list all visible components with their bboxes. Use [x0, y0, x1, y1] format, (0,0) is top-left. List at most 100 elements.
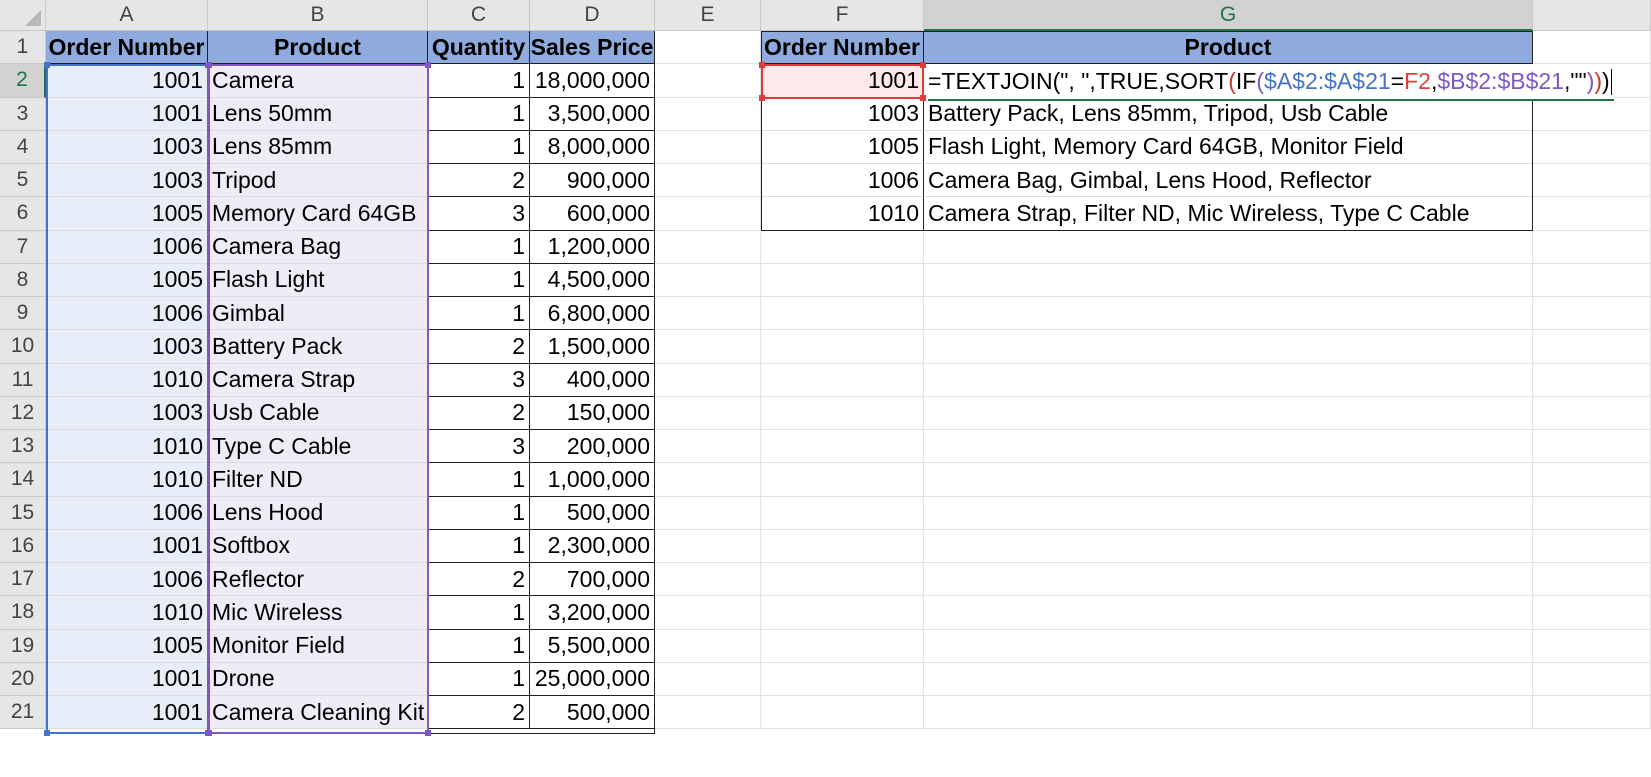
empty-cell[interactable] — [1533, 662, 1651, 696]
range-a-handle-bottom-left[interactable] — [44, 730, 50, 736]
empty-cell[interactable] — [655, 363, 761, 397]
ref-f2-handle-bottom-right[interactable] — [920, 95, 926, 101]
empty-cell[interactable] — [655, 463, 761, 497]
select-all-corner[interactable] — [0, 0, 46, 31]
sales-price-cell[interactable]: 1,200,000 — [530, 230, 655, 264]
row-header-3[interactable]: 3 — [0, 97, 46, 131]
empty-cell[interactable] — [655, 696, 761, 730]
ref-f2-handle-bottom-left[interactable] — [759, 95, 765, 101]
empty-cell[interactable] — [761, 230, 924, 264]
order-number-cell[interactable]: 1001 — [46, 64, 208, 98]
quantity-cell[interactable]: 3 — [428, 430, 530, 464]
sales-price-cell[interactable]: 200,000 — [530, 430, 655, 464]
empty-cell[interactable] — [1533, 529, 1651, 563]
sales-price-cell[interactable]: 500,000 — [530, 496, 655, 530]
empty-cell[interactable] — [655, 164, 761, 198]
quantity-cell[interactable]: 1 — [428, 64, 530, 98]
column-header-c[interactable]: C — [428, 0, 530, 31]
row-header-11[interactable]: 11 — [0, 363, 46, 397]
summary-order-number-cell[interactable]: 1006 — [761, 164, 924, 198]
row-header-9[interactable]: 9 — [0, 297, 46, 331]
row-header-5[interactable]: 5 — [0, 164, 46, 198]
empty-cell[interactable] — [761, 596, 924, 630]
empty-cell[interactable] — [924, 430, 1533, 464]
quantity-cell[interactable]: 1 — [428, 529, 530, 563]
product-cell[interactable]: Mic Wireless — [208, 596, 428, 630]
order-number-cell[interactable]: 1006 — [46, 563, 208, 597]
empty-cell[interactable] — [1533, 230, 1651, 264]
empty-cell[interactable] — [924, 396, 1533, 430]
order-number-cell[interactable]: 1005 — [46, 629, 208, 663]
empty-cell[interactable] — [924, 563, 1533, 597]
summary-product-cell[interactable]: Camera Strap, Filter ND, Mic Wireless, T… — [924, 197, 1533, 231]
order-number-cell[interactable]: 1010 — [46, 463, 208, 497]
empty-cell[interactable] — [761, 529, 924, 563]
row-header-1[interactable]: 1 — [0, 31, 46, 65]
sales-price-cell[interactable]: 4,500,000 — [530, 263, 655, 297]
row-header-10[interactable]: 10 — [0, 330, 46, 364]
empty-cell[interactable] — [924, 297, 1533, 331]
row-header-20[interactable]: 20 — [0, 662, 46, 696]
product-cell[interactable]: Camera Bag — [208, 230, 428, 264]
empty-cell[interactable] — [924, 629, 1533, 663]
sales-price-cell[interactable]: 6,800,000 — [530, 297, 655, 331]
empty-cell[interactable] — [655, 31, 761, 65]
product-cell[interactable]: Camera Cleaning Kit — [208, 696, 428, 730]
empty-cell[interactable] — [924, 496, 1533, 530]
header-cell-sales-price[interactable]: Sales Price — [530, 31, 655, 65]
quantity-cell[interactable]: 1 — [428, 496, 530, 530]
product-cell[interactable]: Gimbal — [208, 297, 428, 331]
order-number-cell[interactable]: 1001 — [46, 97, 208, 131]
row-header-16[interactable]: 16 — [0, 529, 46, 563]
empty-cell[interactable] — [761, 363, 924, 397]
summary-order-number-cell[interactable]: 1010 — [761, 197, 924, 231]
quantity-cell[interactable]: 1 — [428, 297, 530, 331]
row-header-8[interactable]: 8 — [0, 263, 46, 297]
empty-cell[interactable] — [761, 297, 924, 331]
empty-cell[interactable] — [655, 596, 761, 630]
summary-product-cell[interactable]: Camera Bag, Gimbal, Lens Hood, Reflector — [924, 164, 1533, 198]
range-b-handle-bottom-right[interactable] — [425, 730, 431, 736]
empty-cell[interactable] — [1533, 297, 1651, 331]
summary-order-number-cell[interactable]: 1001 — [761, 64, 924, 98]
empty-cell[interactable] — [655, 130, 761, 164]
sales-price-cell[interactable]: 3,500,000 — [530, 97, 655, 131]
order-number-cell[interactable]: 1003 — [46, 330, 208, 364]
product-cell[interactable]: Lens Hood — [208, 496, 428, 530]
order-number-cell[interactable]: 1003 — [46, 164, 208, 198]
summary-order-number-cell[interactable]: 1005 — [761, 130, 924, 164]
empty-cell[interactable] — [1533, 31, 1651, 65]
product-cell[interactable]: Flash Light — [208, 263, 428, 297]
row-header-18[interactable]: 18 — [0, 596, 46, 630]
row-header-7[interactable]: 7 — [0, 230, 46, 264]
product-cell[interactable]: Monitor Field — [208, 629, 428, 663]
empty-cell[interactable] — [924, 330, 1533, 364]
empty-cell[interactable] — [1533, 396, 1651, 430]
empty-cell[interactable] — [655, 629, 761, 663]
quantity-cell[interactable]: 2 — [428, 330, 530, 364]
row-header-21[interactable]: 21 — [0, 696, 46, 730]
product-cell[interactable]: Camera — [208, 64, 428, 98]
quantity-cell[interactable]: 1 — [428, 97, 530, 131]
column-header-g[interactable]: G — [924, 0, 1533, 31]
order-number-cell[interactable]: 1001 — [46, 662, 208, 696]
empty-cell[interactable] — [924, 596, 1533, 630]
sales-price-cell[interactable]: 25,000,000 — [530, 662, 655, 696]
column-header-b[interactable]: B — [208, 0, 428, 31]
empty-cell[interactable] — [1533, 696, 1651, 730]
sales-price-cell[interactable]: 5,500,000 — [530, 629, 655, 663]
empty-cell[interactable] — [924, 529, 1533, 563]
quantity-cell[interactable]: 1 — [428, 596, 530, 630]
summary-product-cell[interactable]: Flash Light, Memory Card 64GB, Monitor F… — [924, 130, 1533, 164]
product-cell[interactable]: Lens 50mm — [208, 97, 428, 131]
empty-cell[interactable] — [1533, 430, 1651, 464]
empty-cell[interactable] — [655, 662, 761, 696]
empty-cell[interactable] — [655, 330, 761, 364]
empty-cell[interactable] — [655, 197, 761, 231]
quantity-cell[interactable]: 2 — [428, 696, 530, 730]
empty-cell[interactable] — [924, 463, 1533, 497]
sales-price-cell[interactable]: 8,000,000 — [530, 130, 655, 164]
sales-price-cell[interactable]: 18,000,000 — [530, 64, 655, 98]
empty-cell[interactable] — [1533, 463, 1651, 497]
product-cell[interactable]: Tripod — [208, 164, 428, 198]
